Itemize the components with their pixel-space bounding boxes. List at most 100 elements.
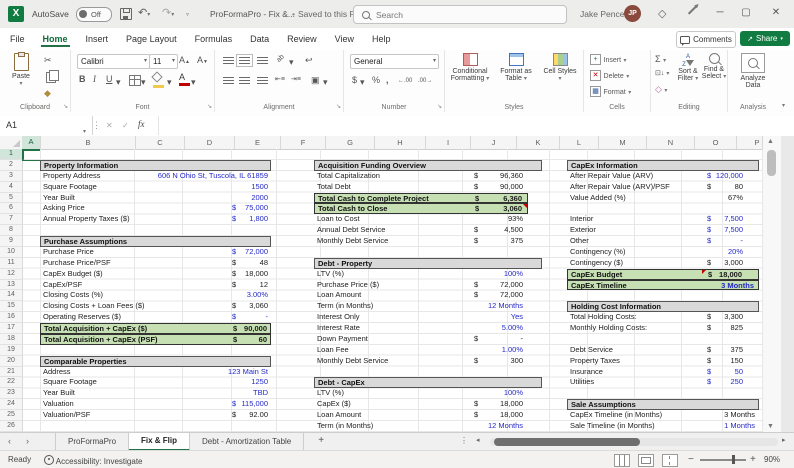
- cell-currency[interactable]: $: [233, 335, 237, 346]
- sheet-row-monthly-debt-service[interactable]: Monthly Debt Service $375: [314, 236, 542, 247]
- cell-label[interactable]: Term (in Months): [317, 301, 373, 312]
- column-header-d[interactable]: D: [185, 136, 235, 150]
- confirm-entry-icon[interactable]: ✓: [122, 121, 129, 130]
- search-input[interactable]: Search: [353, 5, 567, 24]
- cell-currency[interactable]: $: [474, 334, 478, 345]
- cell-label[interactable]: CapEx Timeline (in Months): [570, 410, 662, 421]
- cell-label[interactable]: Total Capitalization: [317, 171, 380, 182]
- sheet-row-capex-budget[interactable]: CapEx Budget ($) $18,000: [40, 269, 271, 280]
- normal-view-button[interactable]: [614, 454, 630, 467]
- scroll-up-icon[interactable]: ▲: [767, 138, 774, 145]
- cell-value[interactable]: 12: [260, 280, 268, 291]
- cell-value[interactable]: 150: [730, 356, 743, 367]
- hscroll-left-icon[interactable]: ◂: [476, 436, 480, 444]
- cell-currency[interactable]: $: [474, 171, 478, 182]
- analyze-data-button[interactable]: Analyze Data: [733, 53, 773, 89]
- cell-label[interactable]: Interior: [570, 214, 593, 225]
- cell-value[interactable]: 1,800: [249, 214, 268, 225]
- sheet-row-purchase-price[interactable]: Purchase Price $72,000: [40, 247, 271, 258]
- cell-value[interactable]: 50: [735, 367, 743, 378]
- cell-label[interactable]: Valuation/PSF: [43, 410, 90, 421]
- sheet-row-loan-fee[interactable]: Loan Fee 1.00%: [314, 345, 542, 356]
- cell-currency[interactable]: $: [707, 214, 711, 225]
- horizontal-scroll-thumb[interactable]: [494, 438, 640, 446]
- cell-label[interactable]: Purchase Price/PSF: [43, 258, 111, 269]
- grow-font-icon[interactable]: A▲: [179, 55, 190, 67]
- saved-status[interactable]: Saved to this PC: [298, 9, 361, 19]
- row-header-4[interactable]: 4: [0, 181, 23, 193]
- cell-value[interactable]: 93%: [508, 214, 523, 225]
- cell-value[interactable]: 18,000: [500, 410, 523, 421]
- sheet-row-valuation-psf[interactable]: Valuation/PSF $92.00: [40, 410, 271, 421]
- sheet-row-square-footage[interactable]: Square Footage 1500: [40, 182, 271, 193]
- sheet-row-operating-reserves[interactable]: Operating Reserves ($) $ -: [40, 312, 271, 323]
- wrap-text-icon[interactable]: ↩: [305, 55, 313, 65]
- cell-currency[interactable]: $: [707, 182, 711, 193]
- sheet-row-square-footage[interactable]: Square Footage 1250: [40, 377, 271, 388]
- sheet-row-capex-timeline[interactable]: CapEx Timeline 3 Months: [567, 279, 759, 291]
- format-cells-button[interactable]: ▦ Format ▾: [590, 86, 631, 98]
- fx-menu-dots-icon[interactable]: ⋮: [92, 120, 101, 131]
- column-header-n[interactable]: N: [647, 136, 695, 150]
- sheet-row-loan-to-cost[interactable]: Loan to Cost 93%: [314, 214, 542, 225]
- cell-label[interactable]: Term (in Months): [317, 421, 373, 432]
- cell-label[interactable]: Address: [43, 367, 71, 378]
- sheet-row-loan-amount[interactable]: Loan Amount $72,000: [314, 290, 542, 301]
- section-header-debt-capex[interactable]: Debt - CapEx: [314, 377, 542, 389]
- cell-value[interactable]: Yes: [511, 312, 523, 323]
- conditional-formatting-button[interactable]: Conditional Formatting ▾: [447, 53, 493, 82]
- section-header-purchase-assumptions[interactable]: Purchase Assumptions: [40, 236, 271, 247]
- cell-label[interactable]: Value Added (%): [570, 193, 626, 204]
- cell-currency[interactable]: $: [232, 280, 236, 291]
- column-header-c[interactable]: C: [136, 136, 185, 150]
- cell-label[interactable]: Loan Fee: [317, 345, 349, 356]
- cell-currency[interactable]: $: [232, 410, 236, 421]
- sheet-row-total-holding-costs[interactable]: Total Holding Costs: $3,300: [567, 312, 759, 323]
- cell-currency[interactable]: $: [707, 225, 711, 236]
- row-header-25[interactable]: 25: [0, 410, 23, 421]
- cell-label[interactable]: LTV (%): [317, 269, 344, 280]
- shrink-font-icon[interactable]: A▼: [197, 55, 208, 67]
- section-header-sale-assumptions[interactable]: Sale Assumptions: [567, 399, 759, 411]
- row-header-22[interactable]: 22: [0, 377, 23, 389]
- cell-label[interactable]: Loan Amount: [317, 410, 361, 421]
- cell-label[interactable]: Year Built: [43, 193, 75, 204]
- row-header-15[interactable]: 15: [0, 301, 23, 313]
- cell-currency[interactable]: $: [232, 301, 236, 312]
- sheet-tab-debt-amortization-table[interactable]: Debt - Amortization Table: [190, 433, 305, 451]
- menu-tab-file[interactable]: File: [8, 31, 27, 47]
- sheet-row-annual-property-taxes[interactable]: Annual Property Taxes ($) $1,800: [40, 214, 271, 225]
- cell-currency[interactable]: $: [474, 182, 478, 193]
- cell-value[interactable]: 100%: [504, 388, 523, 399]
- align-right-icon[interactable]: [257, 77, 268, 84]
- cell-currency[interactable]: $: [707, 236, 711, 247]
- cell-value[interactable]: 3,060: [249, 301, 268, 312]
- cell-label[interactable]: Interest Rate: [317, 323, 360, 334]
- sheet-row-term-in-months[interactable]: Term (in Months) 12 Months: [314, 301, 542, 312]
- percent-style-icon[interactable]: %: [372, 75, 380, 85]
- sheet-row-address[interactable]: Address 123 Main St: [40, 367, 271, 378]
- cell-value[interactable]: 250: [730, 377, 743, 388]
- sheet-row-interior[interactable]: Interior $7,500: [567, 214, 759, 225]
- name-box[interactable]: A1 ▾: [0, 116, 93, 135]
- cell-value[interactable]: 18,000: [245, 269, 268, 280]
- avatar[interactable]: JP: [624, 5, 641, 22]
- redo-icon[interactable]: ↷▾: [162, 6, 174, 23]
- cell-label[interactable]: Contingency (%): [570, 247, 625, 258]
- row-header-2[interactable]: 2: [0, 159, 23, 171]
- borders-icon[interactable]: [129, 75, 141, 86]
- cell-value[interactable]: 1250: [251, 377, 268, 388]
- cell-value[interactable]: -: [741, 236, 744, 247]
- paste-button[interactable]: Paste ▾: [6, 52, 36, 87]
- sheet-row-year-built[interactable]: Year Built TBD: [40, 388, 271, 399]
- sheet-row-valuation[interactable]: Valuation $115,000: [40, 399, 271, 410]
- undo-icon[interactable]: ↶▾: [138, 6, 150, 23]
- accessibility-status[interactable]: Accessibility: Investigate: [44, 455, 142, 466]
- document-title[interactable]: ProFormaPro - Fix &...: [210, 9, 295, 19]
- row-header-17[interactable]: 17: [0, 323, 23, 334]
- cell-label[interactable]: After Repair Value (ARV): [570, 171, 653, 182]
- sheet-row-sale-timeline-in-months[interactable]: Sale Timeline (in Months) 1 Months: [567, 421, 759, 432]
- cell-value[interactable]: 300: [510, 356, 523, 367]
- fill-color-icon[interactable]: [151, 71, 164, 88]
- tab-scroll-left-icon[interactable]: ‹: [8, 436, 11, 446]
